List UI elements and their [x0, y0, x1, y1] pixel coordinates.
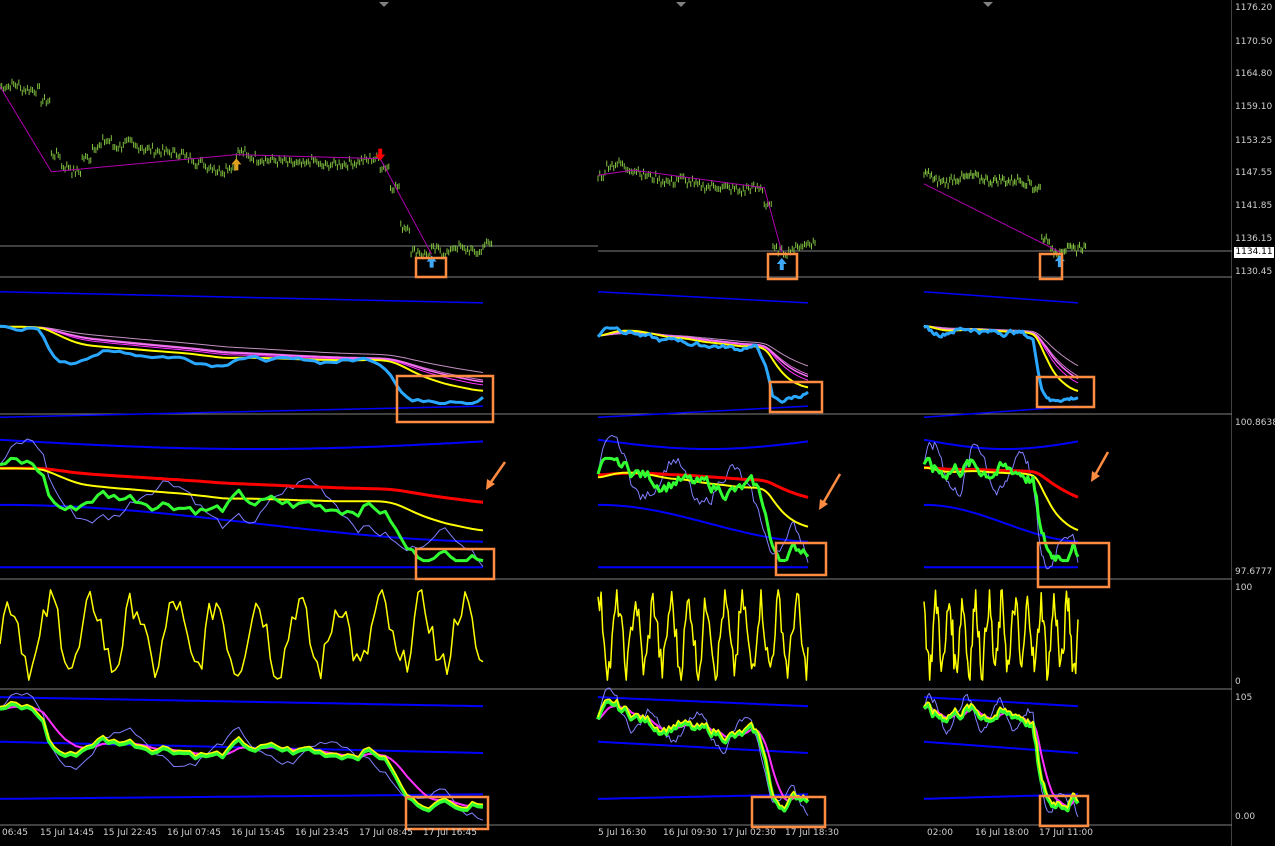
time-tick: 16 Jul 18:00 [975, 828, 1029, 838]
oscillator-line [923, 589, 1079, 681]
oscillator-line [0, 589, 484, 681]
upper-band-line [0, 438, 484, 450]
time-tick: 17 Jul 16:45 [423, 828, 477, 838]
upper-band-line [597, 291, 809, 304]
upper-band-line [0, 291, 484, 304]
annotation-arrow-head [486, 479, 495, 490]
period-marker [676, 2, 686, 7]
chart-area[interactable] [0, 0, 1275, 846]
panel5-top-tick: 105 [1235, 693, 1253, 703]
period-marker [379, 2, 389, 7]
price-tick: 1141.85 [1235, 201, 1273, 211]
upper-band-line [923, 696, 1079, 708]
time-axis: 06:45 15 Jul 14:45 15 Jul 22:45 16 Jul 0… [0, 828, 1232, 842]
price-tick: 1153.25 [1235, 136, 1273, 146]
price-tick: 1147.55 [1235, 168, 1273, 178]
ma-slow-line [597, 331, 809, 378]
annotation-arrow [487, 461, 507, 486]
current-price-badge: 1134.11 [1234, 247, 1274, 258]
middle-band-line [923, 740, 1079, 754]
price-tick: 1164.80 [1235, 69, 1273, 79]
price-scale: 1176.20 1170.50 1164.80 1159.10 1153.25 … [1232, 0, 1275, 846]
highlight-box [414, 547, 496, 581]
zigzag-line [923, 183, 1061, 253]
panel3-top-tick: 100.8638 [1235, 418, 1275, 428]
ma-ribbon-line [598, 332, 809, 367]
panel3-bottom-tick: 97.6777 [1235, 567, 1273, 577]
time-tick: 15 Jul 22:45 [103, 828, 157, 838]
time-tick: 15 Jul 14:45 [40, 828, 94, 838]
fast-ma-line [597, 471, 809, 528]
time-tick: 16 Jul 23:45 [295, 828, 349, 838]
upper-band-line [597, 438, 809, 450]
time-tick: 5 Jul 16:30 [598, 828, 647, 838]
upper-band-line [597, 696, 809, 708]
time-tick: 02:00 [927, 828, 953, 838]
upper-band-line [923, 291, 1079, 304]
buy-arrow-icon [776, 257, 787, 270]
time-tick: 06:45 [2, 828, 28, 838]
time-tick: 17 Jul 08:45 [359, 828, 413, 838]
ma-slow-line [0, 325, 484, 383]
time-tick: 17 Jul 18:30 [785, 828, 839, 838]
period-marker [983, 2, 993, 7]
price-tick: 1159.10 [1235, 102, 1273, 112]
upper-band-line [0, 696, 484, 708]
middle-band-line [597, 740, 809, 754]
annotation-arrow [1092, 451, 1110, 478]
middle-band-line [598, 503, 809, 543]
annotation-arrow [820, 473, 842, 506]
oscillator-line [597, 589, 809, 681]
panel4-top-tick: 100 [1235, 583, 1253, 593]
stoch-fast-line [923, 701, 1079, 809]
price-tick: 1170.50 [1235, 37, 1273, 47]
time-tick: 16 Jul 09:30 [663, 828, 717, 838]
highlight-box [1035, 375, 1096, 409]
time-tick: 16 Jul 07:45 [167, 828, 221, 838]
time-tick: 17 Jul 11:00 [1039, 828, 1093, 838]
time-tick: 16 Jul 15:45 [231, 828, 285, 838]
chart-canvas[interactable] [0, 0, 1232, 846]
time-tick: 17 Jul 02:30 [722, 828, 776, 838]
slow-ma-line [0, 466, 484, 504]
price-tick: 1130.45 [1235, 267, 1273, 277]
envelope-line [0, 692, 484, 821]
upper-band-line [923, 438, 1079, 450]
highlight-box [774, 541, 828, 577]
panel5-bottom-tick: 0.00 [1235, 812, 1256, 822]
envelope-line [0, 438, 484, 567]
panel4-bottom-tick: 0 [1235, 677, 1241, 687]
lower-band-line [0, 405, 484, 419]
price-tick: 1136.15 [1235, 234, 1273, 244]
price-tick: 1176.20 [1235, 3, 1273, 13]
